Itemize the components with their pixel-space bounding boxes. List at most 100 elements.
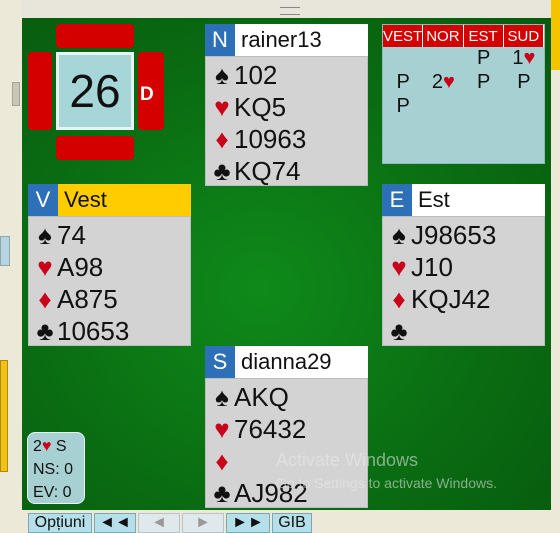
suit-row: ♠ AKQ bbox=[206, 381, 367, 413]
suit-row: ♦ 10963 bbox=[206, 123, 367, 155]
board-compass: 26 D bbox=[28, 24, 164, 160]
side-tab-yellow[interactable] bbox=[0, 360, 8, 472]
seat-letter-west: V bbox=[28, 184, 58, 216]
bid-cell: P bbox=[396, 71, 410, 93]
bid-cell bbox=[383, 47, 423, 71]
bid-cell: P bbox=[517, 71, 531, 93]
suit-symbol-icon: ♦ bbox=[215, 445, 229, 476]
suit-symbol-icon: ♣ bbox=[36, 315, 54, 346]
west-hand: ♠ 74 ♥ A98 ♦ A875 ♣ 10653 bbox=[28, 216, 191, 346]
suit-row: ♠ 74 bbox=[29, 219, 190, 251]
east-hand: ♠ J98653 ♥ J10 ♦ KQJ42 ♣ bbox=[382, 216, 545, 346]
auction-header: VEST NOR EST SUD bbox=[383, 25, 544, 47]
auction-rows: P 1♥ P 2♥ P P P bbox=[383, 47, 544, 119]
splitter-handle[interactable] bbox=[12, 82, 20, 106]
suit-row: ♠ 102 bbox=[206, 59, 367, 91]
contract-declarer: S bbox=[55, 438, 67, 455]
bid-cell: P bbox=[476, 47, 491, 69]
suit-cards[interactable]: 10653 bbox=[57, 316, 129, 347]
north-vul-bar bbox=[56, 24, 134, 48]
suit-row: ♥ 76432 bbox=[206, 413, 367, 445]
suit-row: ♣ bbox=[383, 315, 544, 347]
next-trick-button[interactable]: ► bbox=[182, 513, 224, 533]
south-seat-header[interactable]: S dianna29 bbox=[205, 346, 368, 378]
auction-row: P 1♥ bbox=[383, 47, 544, 71]
suit-row: ♥ A98 bbox=[29, 251, 190, 283]
resize-grip-icon[interactable] bbox=[280, 7, 300, 15]
seat-letter-north: N bbox=[205, 24, 235, 56]
suit-cards[interactable]: 76432 bbox=[234, 414, 306, 445]
auction-box: VEST NOR EST SUD P 1♥ P 2♥ P P P bbox=[382, 24, 545, 164]
suit-symbol-icon: ♥ bbox=[37, 251, 53, 282]
bid-cell: P bbox=[476, 71, 491, 93]
activate-windows-watermark: Activate Windows Go to Settings to activ… bbox=[276, 450, 497, 491]
seat-letter-east: E bbox=[382, 184, 412, 216]
suit-cards[interactable]: AKQ bbox=[234, 382, 289, 413]
contract-suit: ♥ bbox=[41, 438, 52, 455]
suit-symbol-icon: ♠ bbox=[215, 59, 229, 90]
suit-cards[interactable]: KQJ42 bbox=[411, 284, 491, 315]
suit-cards[interactable]: 74 bbox=[57, 220, 86, 251]
table-top-bar bbox=[22, 0, 551, 19]
suit-cards[interactable]: 10963 bbox=[234, 124, 306, 155]
suit-row: ♥ KQ5 bbox=[206, 91, 367, 123]
suit-symbol-icon: ♥ bbox=[214, 91, 230, 122]
options-button[interactable]: Opțiuni bbox=[28, 513, 92, 533]
auction-row: P 2♥ P P bbox=[383, 71, 544, 95]
gib-button[interactable]: GIB bbox=[272, 513, 312, 533]
board-number: 26 bbox=[56, 52, 134, 130]
suit-row: ♥ J10 bbox=[383, 251, 544, 283]
suit-symbol-icon: ♠ bbox=[38, 219, 52, 250]
auction-header-cell: SUD bbox=[504, 25, 544, 47]
watermark-subtitle: Go to Settings to activate Windows. bbox=[276, 475, 497, 491]
suit-row: ♠ J98653 bbox=[383, 219, 544, 251]
south-vul-bar bbox=[56, 136, 134, 160]
suit-symbol-icon: ♣ bbox=[213, 477, 231, 508]
bid-cell bbox=[423, 47, 463, 71]
right-panel-edge bbox=[551, 0, 560, 533]
bid-cell: 1♥ bbox=[504, 47, 544, 71]
auction-header-cell: EST bbox=[464, 25, 504, 47]
suit-cards[interactable]: J10 bbox=[411, 252, 453, 283]
suit-symbol-icon: ♠ bbox=[392, 219, 406, 250]
side-tab[interactable] bbox=[0, 236, 10, 266]
player-name-north: rainer13 bbox=[235, 24, 368, 56]
last-trick-button[interactable]: ►► bbox=[226, 513, 270, 533]
first-trick-button[interactable]: ◄◄ bbox=[94, 513, 136, 533]
north-hand: ♠ 102 ♥ KQ5 ♦ 10963 ♣ KQ74 bbox=[205, 56, 368, 186]
suit-row: ♣ 10653 bbox=[29, 315, 190, 347]
suit-cards[interactable]: 102 bbox=[234, 60, 277, 91]
suit-symbol-icon: ♥ bbox=[214, 413, 230, 444]
suit-cards[interactable]: A875 bbox=[57, 284, 118, 315]
player-name-west: Vest bbox=[58, 184, 191, 216]
suit-cards[interactable]: J98653 bbox=[411, 220, 496, 251]
east-seat-header[interactable]: E Est bbox=[382, 184, 545, 216]
bottom-toolbar: Opțiuni ◄◄ ◄ ► ►► GIB bbox=[22, 510, 551, 533]
auction-row: P bbox=[383, 95, 544, 119]
auction-header-cell: VEST bbox=[383, 25, 424, 47]
suit-symbol-icon: ♦ bbox=[215, 123, 229, 154]
suit-cards[interactable]: A98 bbox=[57, 252, 103, 283]
side-tab-yellow-right[interactable] bbox=[551, 0, 560, 70]
suit-cards[interactable]: KQ5 bbox=[234, 92, 286, 123]
suit-symbol-icon: ♠ bbox=[215, 381, 229, 412]
suit-cards[interactable]: KQ74 bbox=[234, 156, 301, 187]
suit-row: ♦ A875 bbox=[29, 283, 190, 315]
seat-letter-south: S bbox=[205, 346, 235, 378]
ns-score: NS: 0 bbox=[33, 461, 74, 478]
suit-symbol-icon: ♥ bbox=[391, 251, 407, 282]
watermark-title: Activate Windows bbox=[276, 450, 419, 470]
prev-trick-button[interactable]: ◄ bbox=[138, 513, 180, 533]
score-panel: 2♥ S NS: 0 EV: 0 bbox=[27, 432, 85, 504]
dealer-marker: D bbox=[140, 84, 154, 105]
west-seat-header[interactable]: V Vest bbox=[28, 184, 191, 216]
north-seat-header[interactable]: N rainer13 bbox=[205, 24, 368, 56]
suit-symbol-icon: ♣ bbox=[213, 155, 231, 186]
west-vul-bar bbox=[28, 52, 52, 130]
heart-icon: ♥ bbox=[523, 47, 536, 69]
left-panel-edge bbox=[0, 0, 23, 533]
bid-cell: 2♥ bbox=[423, 71, 463, 95]
suit-row: ♣ KQ74 bbox=[206, 155, 367, 187]
heart-icon: ♥ bbox=[443, 71, 455, 93]
bid-level: 2 bbox=[431, 71, 443, 93]
